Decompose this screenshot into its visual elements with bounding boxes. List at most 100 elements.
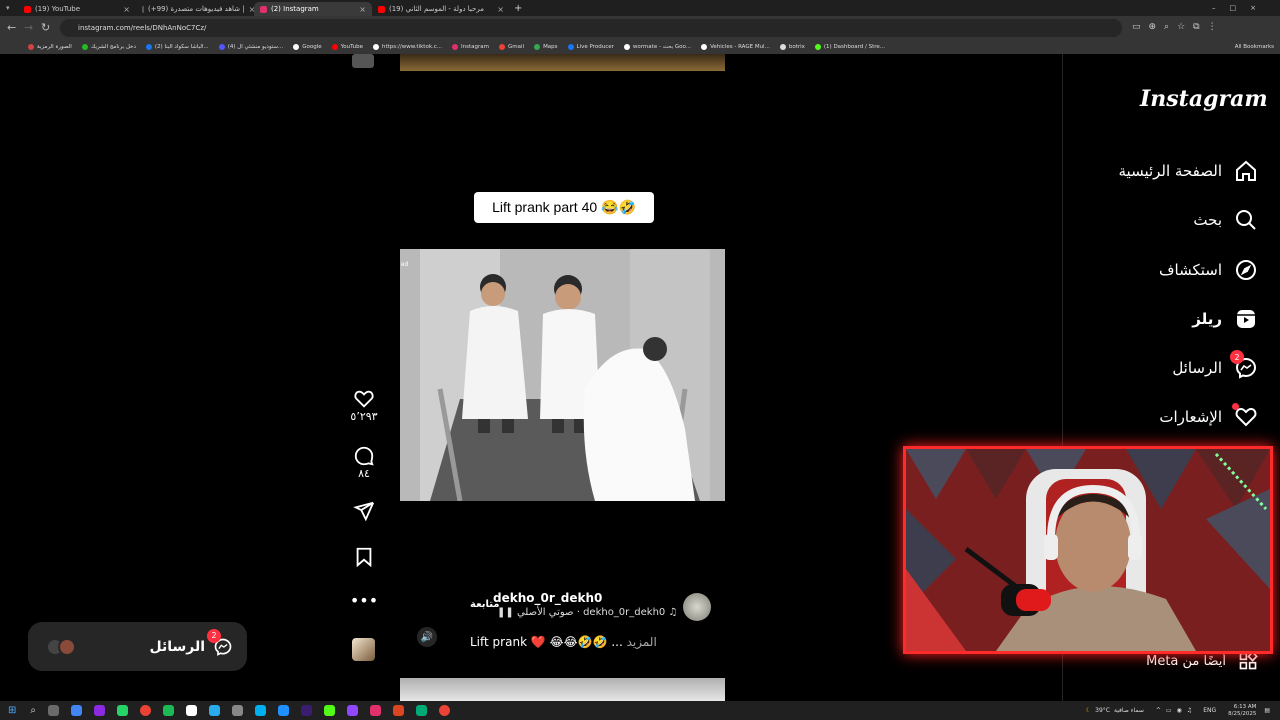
tab-menu-icon[interactable]: ▾	[6, 4, 18, 12]
mute-button[interactable]: 🔊	[417, 627, 437, 647]
comment-action[interactable]: ٨٤	[344, 445, 384, 480]
bookmark[interactable]: Live Producer	[567, 44, 614, 50]
browser-toolbar-icons[interactable]: ▭⊕⌕☆⧉⋮	[1132, 22, 1225, 32]
app-icon[interactable]	[370, 705, 381, 716]
bookmark-icon[interactable]	[353, 546, 375, 568]
bookmark[interactable]: Gmail	[499, 44, 524, 50]
save-action[interactable]	[344, 546, 384, 568]
previous-reel-thumbnail[interactable]	[400, 54, 725, 71]
tab-label: (19) مرحبا دولة - الموسم الثاني	[389, 5, 484, 13]
all-bookmarks[interactable]: All Bookmarks	[1235, 44, 1274, 50]
next-reel-thumbnail[interactable]	[400, 678, 725, 701]
app-icon[interactable]	[393, 705, 404, 716]
task-view-icon[interactable]	[48, 705, 59, 716]
youtube-icon	[24, 5, 31, 13]
bookmark[interactable]: (1) Dashboard / Stre...	[814, 44, 885, 50]
messages-pill[interactable]: الرسائل 2	[28, 622, 247, 671]
tab-tiktok[interactable]: (+99) شاهد فيديوهات متصدرة | ×	[136, 2, 254, 16]
app-icon[interactable]	[186, 705, 197, 716]
weather-widget[interactable]: ☾ 39°C سماء صافية	[1086, 707, 1144, 714]
tab-strip: ▾ (19) YouTube × (+99) شاهد فيديوهات متص…	[0, 0, 1280, 16]
chrome-icon[interactable]	[439, 705, 450, 716]
bookmark[interactable]: wormate - بحث Goo...	[623, 44, 691, 50]
app-icon[interactable]	[416, 705, 427, 716]
bookmark[interactable]: دخل برنامج الشريك	[81, 44, 136, 50]
app-icon[interactable]	[278, 705, 289, 716]
bookmark[interactable]: https://www.tiktok.c...	[372, 44, 442, 50]
heart-icon[interactable]	[353, 388, 375, 410]
messages-badge: 2	[1230, 350, 1244, 364]
tab-instagram[interactable]: (2) Instagram ×	[254, 2, 372, 16]
new-tab-button[interactable]: +	[514, 3, 522, 14]
like-count: ٥٬٢٩٣	[350, 410, 378, 423]
window-controls[interactable]: –□×	[1212, 4, 1270, 12]
close-tab-icon[interactable]: ×	[497, 5, 504, 14]
nav-messages[interactable]: 2 الرسائل	[1172, 350, 1258, 380]
like-action[interactable]: ٥٬٢٩٣	[344, 388, 384, 423]
follow-button[interactable]: متابعة	[470, 599, 500, 610]
whatsapp-icon[interactable]	[117, 705, 128, 716]
app-icon[interactable]	[347, 705, 358, 716]
bookmark[interactable]: Vehicles - RAGE Mul...	[701, 44, 770, 50]
clock-time: 6:13 AM	[1233, 703, 1257, 710]
previous-reel-avatar[interactable]	[352, 54, 374, 68]
telegram-icon[interactable]	[209, 705, 220, 716]
bookmark[interactable]: (2) الباشا سكواد البنا...	[145, 44, 209, 50]
nav-explore[interactable]: استكشاف	[1159, 258, 1258, 282]
windows-taskbar: ⊞ ⌕ ☾ 39°C سماء صافية ^▭◉♫ ENG 6:13 AM 8…	[0, 701, 1280, 720]
nav-also-from-meta[interactable]: أيضًا من Meta	[1146, 651, 1258, 671]
tab-youtube[interactable]: (19) YouTube ×	[18, 2, 136, 16]
more-link[interactable]: المزيد	[627, 635, 657, 649]
app-icon[interactable]	[232, 705, 243, 716]
bookmarks-bar: الصورة الرمزية دخل برنامج الشريك (2) الب…	[0, 40, 1280, 54]
bookmark[interactable]: botrix	[779, 44, 805, 50]
forward-icon[interactable]: →	[24, 21, 33, 34]
reel-video[interactable]: ed	[400, 249, 725, 501]
tray-icons[interactable]: ^▭◉♫	[1156, 707, 1197, 714]
clock[interactable]: 6:13 AM 8/25/2025	[1228, 704, 1256, 718]
elevator-scene	[400, 249, 725, 501]
comment-icon[interactable]	[353, 445, 375, 467]
nav-label: بحث	[1193, 211, 1222, 229]
share-action[interactable]	[344, 500, 384, 522]
chrome-icon[interactable]	[140, 705, 151, 716]
app-icon[interactable]	[324, 705, 335, 716]
app-icon[interactable]	[94, 705, 105, 716]
close-tab-icon[interactable]: ×	[123, 5, 130, 14]
app-icon[interactable]	[163, 705, 174, 716]
more-options-icon[interactable]: •••	[344, 591, 384, 610]
tab-youtube-2[interactable]: (19) مرحبا دولة - الموسم الثاني ×	[372, 2, 510, 16]
search-icon[interactable]: ⌕	[30, 705, 36, 716]
premiere-icon[interactable]	[301, 705, 312, 716]
grid-icon	[1239, 651, 1258, 670]
bookmark[interactable]: YouTube	[331, 44, 363, 50]
audio-thumbnail[interactable]	[352, 638, 375, 661]
windows-start-icon[interactable]: ⊞	[8, 705, 16, 716]
bookmark[interactable]: Instagram	[452, 44, 489, 50]
bookmark[interactable]: الصورة الرمزية	[28, 44, 72, 50]
nav-reels[interactable]: ريلز	[1192, 307, 1258, 331]
tab-label: (19) YouTube	[35, 5, 81, 13]
notification-center-icon[interactable]: ▤	[1264, 707, 1270, 714]
close-tab-icon[interactable]: ×	[359, 5, 366, 14]
reload-icon[interactable]: ↻	[41, 21, 50, 34]
skype-icon[interactable]	[255, 705, 266, 716]
audio-info[interactable]: ♫ dekho_0r_dekh0 · صوتي الأصلي ❚❚	[497, 607, 677, 618]
instagram-logo[interactable]: Instagram	[1140, 86, 1268, 112]
author-username[interactable]: dekho_0r_dekh0	[493, 591, 602, 605]
nav-home[interactable]: الصفحة الرئيسية	[1119, 159, 1259, 183]
author-avatar[interactable]	[683, 593, 711, 621]
bookmark[interactable]: Google	[293, 44, 322, 50]
url-field[interactable]: instagram.com/reels/DNhAnNoC7Cz/	[60, 19, 1122, 37]
bookmark[interactable]: (4) ستوديو منشئي ال...	[218, 44, 283, 50]
bookmark[interactable]: Maps	[534, 44, 558, 50]
reels-icon	[1237, 310, 1255, 328]
app-icon[interactable]	[71, 705, 82, 716]
language-indicator[interactable]: ENG	[1203, 707, 1216, 714]
video-overlay-text: ed	[401, 261, 409, 268]
nav-notifications[interactable]: الإشعارات	[1159, 403, 1258, 429]
nav-search[interactable]: بحث	[1193, 208, 1258, 232]
music-icon: ♫	[668, 607, 678, 618]
share-icon[interactable]	[353, 500, 375, 522]
back-icon[interactable]: ←	[7, 21, 16, 34]
